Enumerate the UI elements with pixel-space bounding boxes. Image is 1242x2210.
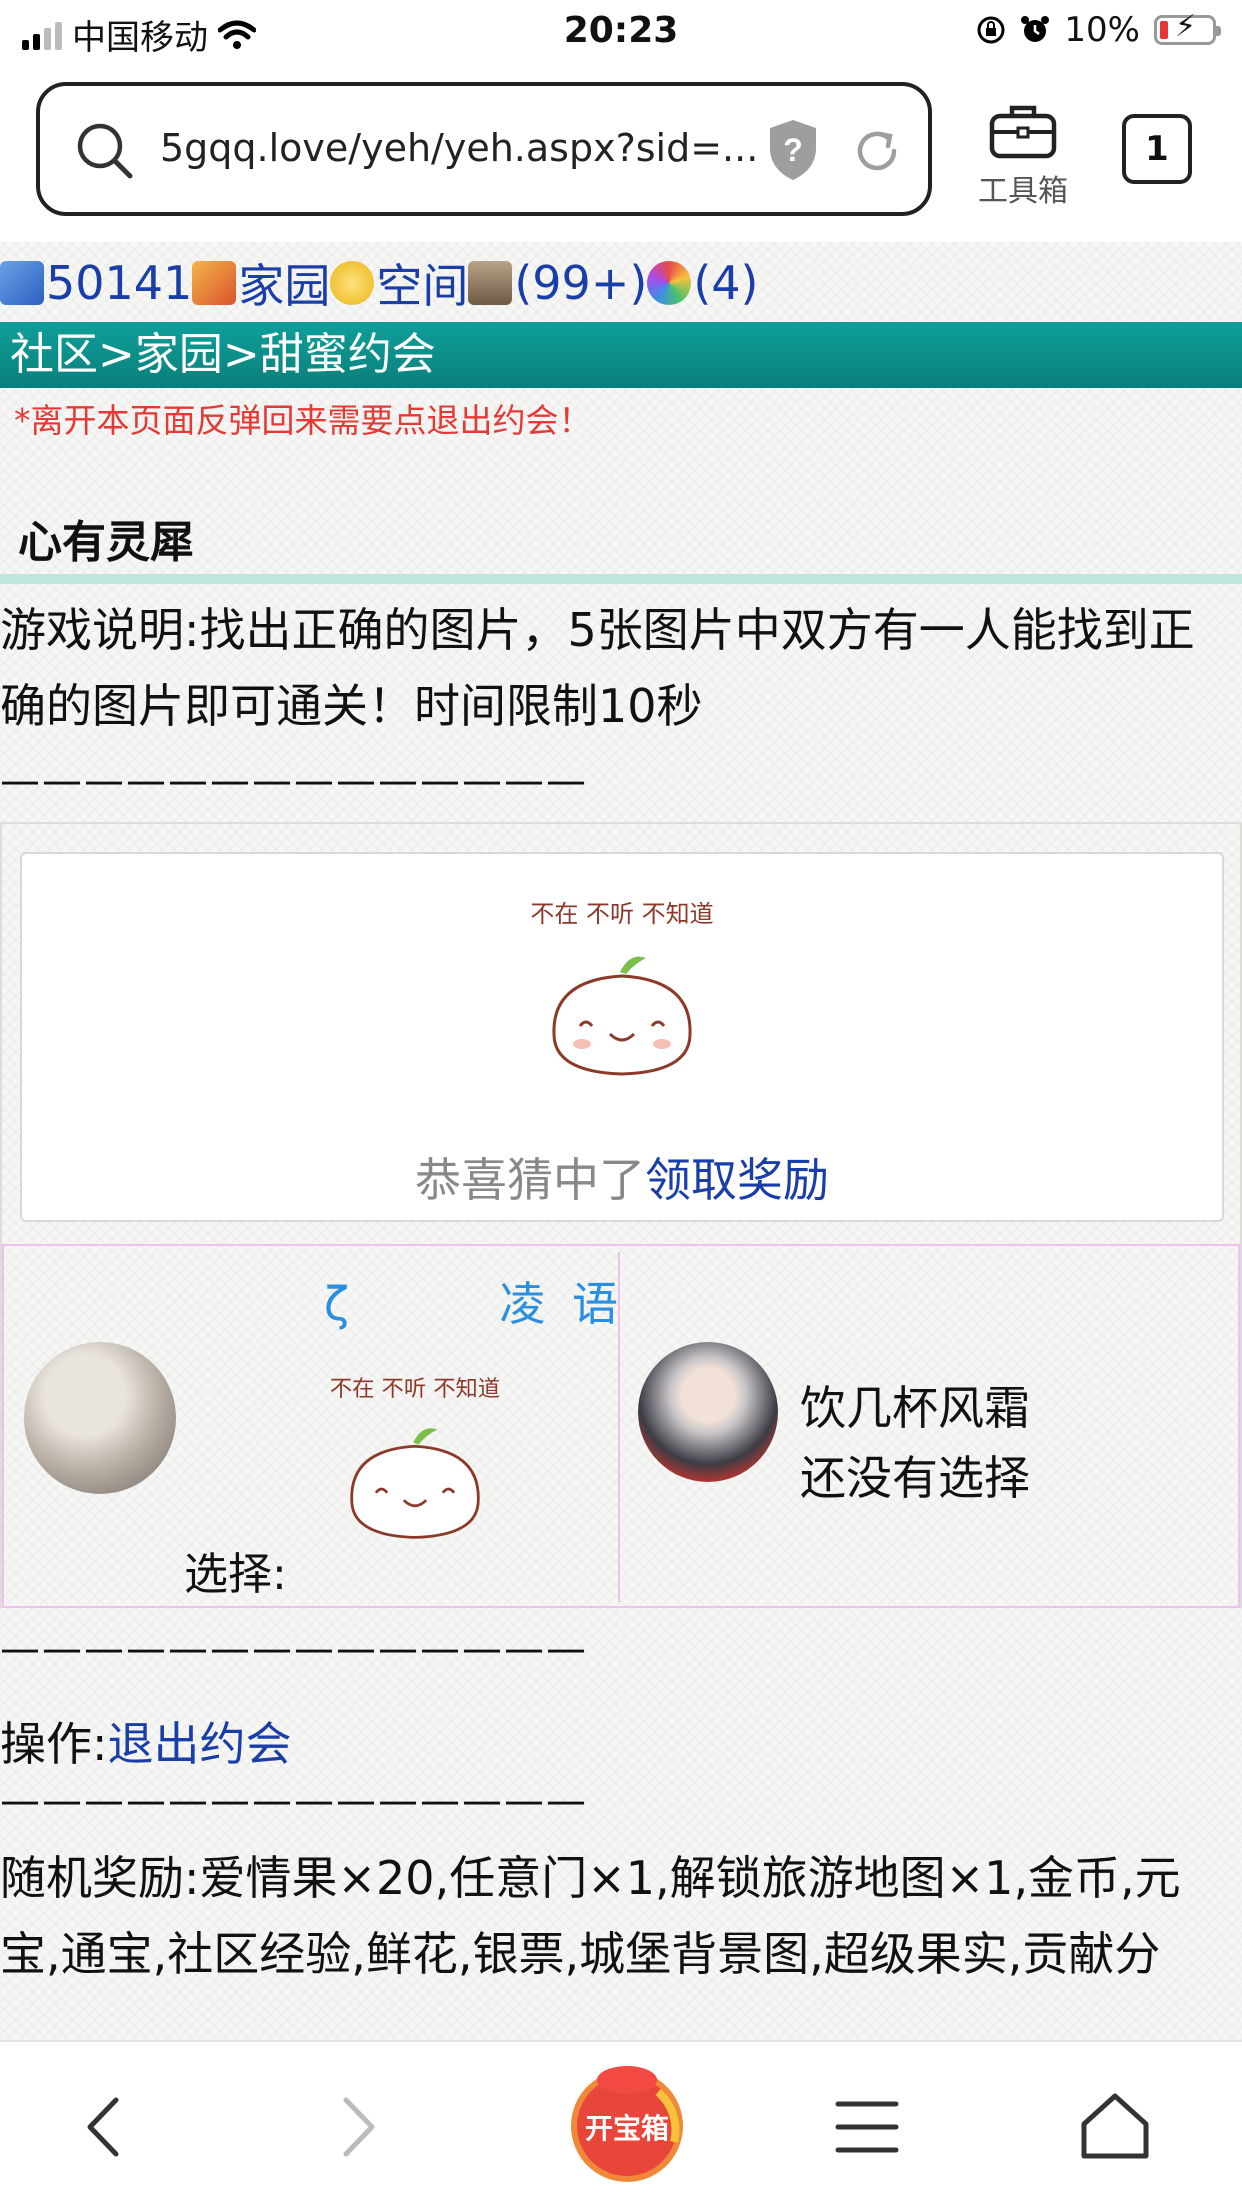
player1-avatar[interactable] <box>24 1342 176 1494</box>
home-icon <box>192 261 237 305</box>
warning-text: *离开本页面反弹回来需要点退出约会！ <box>14 401 592 440</box>
breadcrumb: 社区>家园>甜蜜约会 <box>0 322 1242 388</box>
notices-link[interactable]: (4) <box>693 256 758 310</box>
treasure-label: 开宝箱 <box>585 2112 669 2145</box>
sticker-caption: 不在 不听 不知道 <box>530 900 713 928</box>
home-icon[interactable] <box>1070 2082 1160 2172</box>
address-bar[interactable]: 5gqq.love/yeh/yeh.aspx?sid=... ? <box>36 82 932 216</box>
messages-link[interactable]: (99+) <box>514 256 647 310</box>
text-divider: —————————————— <box>0 1626 588 1672</box>
space-link[interactable]: 空间 <box>376 250 468 316</box>
tabs-button[interactable]: 1 <box>1122 114 1192 184</box>
result-box: 不在 不听 不知道 恭喜猜中了领取奖励 <box>20 852 1224 1222</box>
toolbox-icon <box>989 105 1057 159</box>
game-description: 游戏说明:找出正确的图片，5张图片中双方有一人能找到正确的图片即可通关！时间限制… <box>0 603 1195 733</box>
claim-reward-link[interactable]: 领取奖励 <box>645 1153 829 1207</box>
search-icon <box>77 123 133 179</box>
back-icon[interactable] <box>60 2082 150 2172</box>
user-id-link[interactable]: 50141 <box>46 256 192 310</box>
alarm-icon <box>1021 16 1050 42</box>
colorwheel-icon <box>647 261 692 305</box>
random-rewards: 随机奖励:爱情果×20,任意门×1,解锁旅游地图×1,金币,元宝,通宝,社区经验… <box>0 1851 1181 1981</box>
text-divider: —————————————— <box>0 1778 588 1824</box>
url-text[interactable]: 5gqq.love/yeh/yeh.aspx?sid=... <box>160 126 758 170</box>
player1-name[interactable]: ζ 凌 语 <box>324 1268 624 1334</box>
browser-toolbar: 5gqq.love/yeh/yeh.aspx?sid=... ? 工具箱 1 <box>0 62 1242 242</box>
reload-icon[interactable] <box>850 124 904 178</box>
home-link[interactable]: 家园 <box>238 250 330 316</box>
toolbox-button[interactable]: 工具箱 <box>970 100 1076 210</box>
result-text: 恭喜猜中了 <box>415 1153 645 1207</box>
action-row: 操作:退出约会 <box>0 1708 292 1774</box>
text-divider: —————————————— <box>0 758 588 804</box>
result-message: 恭喜猜中了领取奖励 <box>22 1144 1222 1210</box>
status-right: 10% ⚡ <box>976 10 1221 50</box>
security-shield-icon[interactable]: ? <box>766 118 820 182</box>
page-title: 心有灵犀 <box>18 517 194 568</box>
player1-choice-sticker[interactable]: 不在 不听 不知道 <box>322 1370 508 1556</box>
forward-icon[interactable] <box>312 2082 402 2172</box>
star-icon <box>330 261 375 305</box>
title-divider <box>0 574 1242 584</box>
user-id-icon <box>0 261 44 305</box>
top-nav: 50141 家园 空间 (99+) (4) <box>0 250 758 316</box>
player1-sticker-caption: 不在 不听 不知道 <box>330 1376 500 1402</box>
battery-percent: 10% <box>1064 10 1140 50</box>
player1-choice-label: 选择: <box>184 1549 287 1600</box>
toolbox-label: 工具箱 <box>978 174 1068 209</box>
exit-date-link[interactable]: 退出约会 <box>108 1717 292 1771</box>
player2-avatar[interactable] <box>638 1342 778 1482</box>
bottom-toolbar: 开宝箱 <box>0 2040 1242 2210</box>
sticker-image[interactable]: 不在 不听 不知道 <box>522 894 722 1094</box>
player2-status: 还没有选择 <box>800 1451 1030 1505</box>
player2-name[interactable]: 饮几杯风霜 <box>800 1372 1030 1438</box>
players-row: ζ 凌 语 不在 不听 不知道 选择: 饮几杯风霜 还没有选择 <box>2 1244 1240 1608</box>
orientation-lock-icon <box>977 16 1005 44</box>
treasure-chest-icon[interactable]: 开宝箱 <box>562 2056 692 2186</box>
status-bar: 中国移动 20:23 10% ⚡ <box>0 0 1242 62</box>
game-panel: 不在 不听 不知道 恭喜猜中了领取奖励 ζ 凌 语 不在 不听 不知道 选择: … <box>0 822 1242 1608</box>
svg-text:?: ? <box>783 132 803 168</box>
battery-icon: ⚡ <box>1154 12 1221 45</box>
action-label: 操作: <box>0 1717 108 1771</box>
building-icon <box>468 261 513 305</box>
web-page: 50141 家园 空间 (99+) (4) 社区>家园>甜蜜约会 *离开本页面反… <box>0 242 1242 2040</box>
menu-icon[interactable] <box>822 2082 912 2172</box>
